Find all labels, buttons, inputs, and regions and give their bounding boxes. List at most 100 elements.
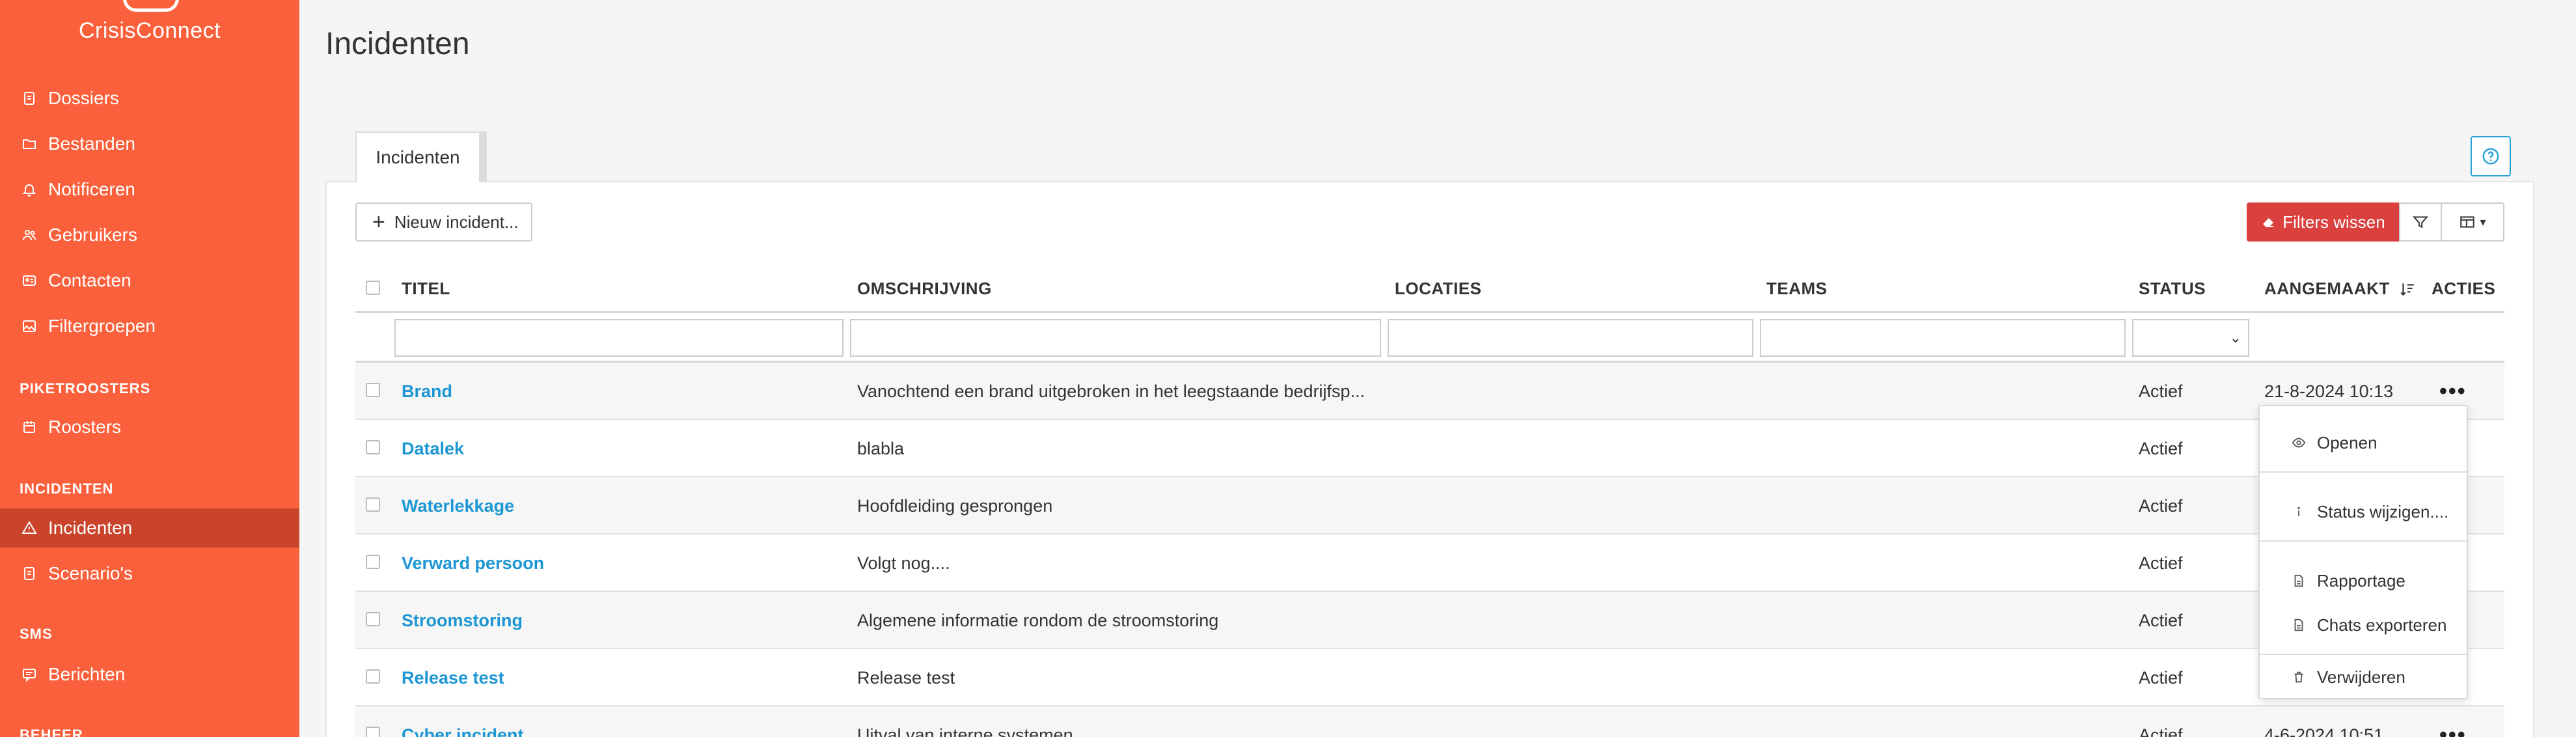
table-row[interactable]: Cyber incident Uitval van interne system… (355, 706, 2504, 737)
column-header-titel[interactable]: TITEL (402, 279, 450, 299)
document-icon (20, 89, 39, 108)
chevron-down-icon: ▾ (2480, 215, 2486, 229)
incident-status: Actief (2139, 495, 2183, 516)
clear-filters-label: Filters wissen (2282, 212, 2385, 232)
filter-status-select[interactable]: ⌄ (2132, 319, 2249, 357)
table-row[interactable]: Waterlekkage Hoofdleiding gesprongen Act… (355, 477, 2504, 535)
clear-filters-button[interactable]: Filters wissen (2247, 202, 2399, 242)
help-button[interactable] (2471, 136, 2511, 176)
incident-description: Volgt nog.... (857, 553, 950, 573)
filter-teams-input[interactable] (1760, 319, 2126, 357)
page-title: Incidenten (325, 27, 470, 61)
incident-title-link[interactable]: Stroomstoring (402, 592, 818, 649)
row-checkbox[interactable] (366, 555, 380, 569)
incident-status: Actief (2139, 381, 2183, 401)
chevron-down-icon: ⌄ (2229, 329, 2241, 346)
incident-description: Algemene informatie rondom de stroomstor… (857, 610, 1219, 630)
sidebar-item-roosters[interactable]: Roosters (0, 408, 299, 447)
incident-status: Actief (2139, 725, 2183, 737)
incident-description: Uitval van interne systemen (857, 725, 1073, 737)
menu-item-openen[interactable]: Openen (2260, 424, 2467, 461)
sidebar-item-berichten[interactable]: Berichten (0, 655, 299, 694)
menu-divider (2260, 654, 2467, 655)
image-icon (20, 316, 39, 336)
column-header-aangemaakt[interactable]: AANGEMAAKT (2264, 279, 2416, 299)
menu-item-chats-exporteren[interactable]: Chats exporteren (2260, 607, 2467, 643)
menu-item-label: Verwijderen (2317, 667, 2405, 687)
incident-title-link[interactable]: Datalek (402, 420, 818, 477)
sidebar-item-contacten[interactable]: Contacten (0, 261, 299, 300)
incident-description: Release test (857, 667, 955, 688)
column-header-teams[interactable]: TEAMS (1766, 279, 1828, 299)
menu-item-rapportage[interactable]: Rapportage (2260, 563, 2467, 599)
menu-item-verwijderen[interactable]: Verwijderen (2260, 659, 2467, 695)
section-heading-piketroosters: PIKETROOSTERS (20, 380, 151, 396)
table-row[interactable]: Release test Release test Actief (355, 649, 2504, 706)
column-header-acties: ACTIES (2432, 279, 2496, 298)
column-header-status[interactable]: STATUS (2139, 279, 2206, 299)
eye-icon (2291, 435, 2307, 451)
column-header-locaties[interactable]: LOCATIES (1395, 279, 1482, 299)
bell-icon (20, 180, 39, 199)
filter-icon (2412, 216, 2429, 229)
menu-item-status-wijzigen[interactable]: Status wijzigen.... (2260, 494, 2467, 530)
sidebar-item-label: Incidenten (48, 518, 133, 538)
menu-item-label: Rapportage (2317, 570, 2405, 591)
warning-icon (20, 518, 39, 538)
incident-status: Actief (2139, 553, 2183, 573)
table-row[interactable]: Stroomstoring Algemene informatie rondom… (355, 592, 2504, 649)
sidebar-item-incidenten[interactable]: Incidenten (0, 508, 299, 548)
sidebar-item-filtergroepen[interactable]: Filtergroepen (0, 307, 299, 346)
logo-icon (123, 0, 179, 12)
table-row[interactable]: Brand Vanochtend een brand uitgebroken i… (355, 363, 2504, 420)
calendar-icon (20, 417, 39, 437)
row-checkbox[interactable] (366, 497, 380, 512)
row-checkbox[interactable] (366, 440, 380, 454)
document-icon (20, 564, 39, 583)
eraser-icon (2263, 218, 2274, 227)
new-incident-label: Nieuw incident... (394, 212, 519, 232)
row-checkbox[interactable] (366, 612, 380, 626)
incident-description: Hoofdleiding gesprongen (857, 495, 1053, 516)
sidebar-item-bestanden[interactable]: Bestanden (0, 124, 299, 163)
column-picker-button[interactable]: ▾ (2442, 202, 2504, 242)
info-icon (2291, 504, 2307, 520)
section-heading-incidenten: INCIDENTEN (20, 480, 114, 497)
tab-incidenten[interactable]: Incidenten (355, 132, 487, 182)
incident-title-link[interactable]: Verward persoon (402, 535, 818, 592)
sidebar-item-label: Roosters (48, 417, 122, 437)
sidebar-item-notificeren[interactable]: Notificeren (0, 170, 299, 209)
sidebar-item-scenarios[interactable]: Scenario's (0, 554, 299, 593)
section-heading-sms: SMS (20, 626, 53, 642)
select-all-checkbox[interactable] (366, 281, 380, 295)
table-row[interactable]: Verward persoon Volgt nog.... Actief (355, 535, 2504, 592)
row-actions-button[interactable]: ••• (2439, 706, 2467, 737)
column-header-omschrijving[interactable]: OMSCHRIJVING (857, 279, 992, 299)
menu-divider (2260, 540, 2467, 542)
sidebar: CrisisConnect Dossiers Bestanden Notific… (0, 0, 299, 737)
header-divider (355, 311, 2504, 313)
sidebar-item-label: Gebruikers (48, 225, 137, 245)
users-icon (20, 225, 39, 245)
sidebar-item-label: Dossiers (48, 88, 119, 108)
sidebar-item-dossiers[interactable]: Dossiers (0, 79, 299, 118)
trash-icon (2291, 669, 2307, 685)
incident-description: blabla (857, 438, 905, 458)
filter-locaties-input[interactable] (1388, 319, 1753, 357)
sidebar-item-gebruikers[interactable]: Gebruikers (0, 216, 299, 255)
table-row[interactable]: Datalek blabla Actief (355, 420, 2504, 477)
menu-item-label: Chats exporteren (2317, 615, 2447, 635)
row-checkbox[interactable] (366, 383, 380, 397)
incident-title-link[interactable]: Waterlekkage (402, 477, 818, 535)
filter-omschrijving-input[interactable] (850, 319, 1381, 357)
incident-title-link[interactable]: Cyber incident (402, 706, 818, 737)
menu-divider (2260, 471, 2467, 473)
filter-titel-input[interactable] (394, 319, 843, 357)
incident-title-link[interactable]: Release test (402, 649, 818, 706)
sidebar-item-label: Notificeren (48, 179, 135, 199)
filter-toggle-button[interactable] (2399, 202, 2442, 242)
row-checkbox[interactable] (366, 727, 380, 737)
row-checkbox[interactable] (366, 669, 380, 684)
incident-title-link[interactable]: Brand (402, 363, 818, 420)
new-incident-button[interactable]: + Nieuw incident... (355, 202, 532, 242)
